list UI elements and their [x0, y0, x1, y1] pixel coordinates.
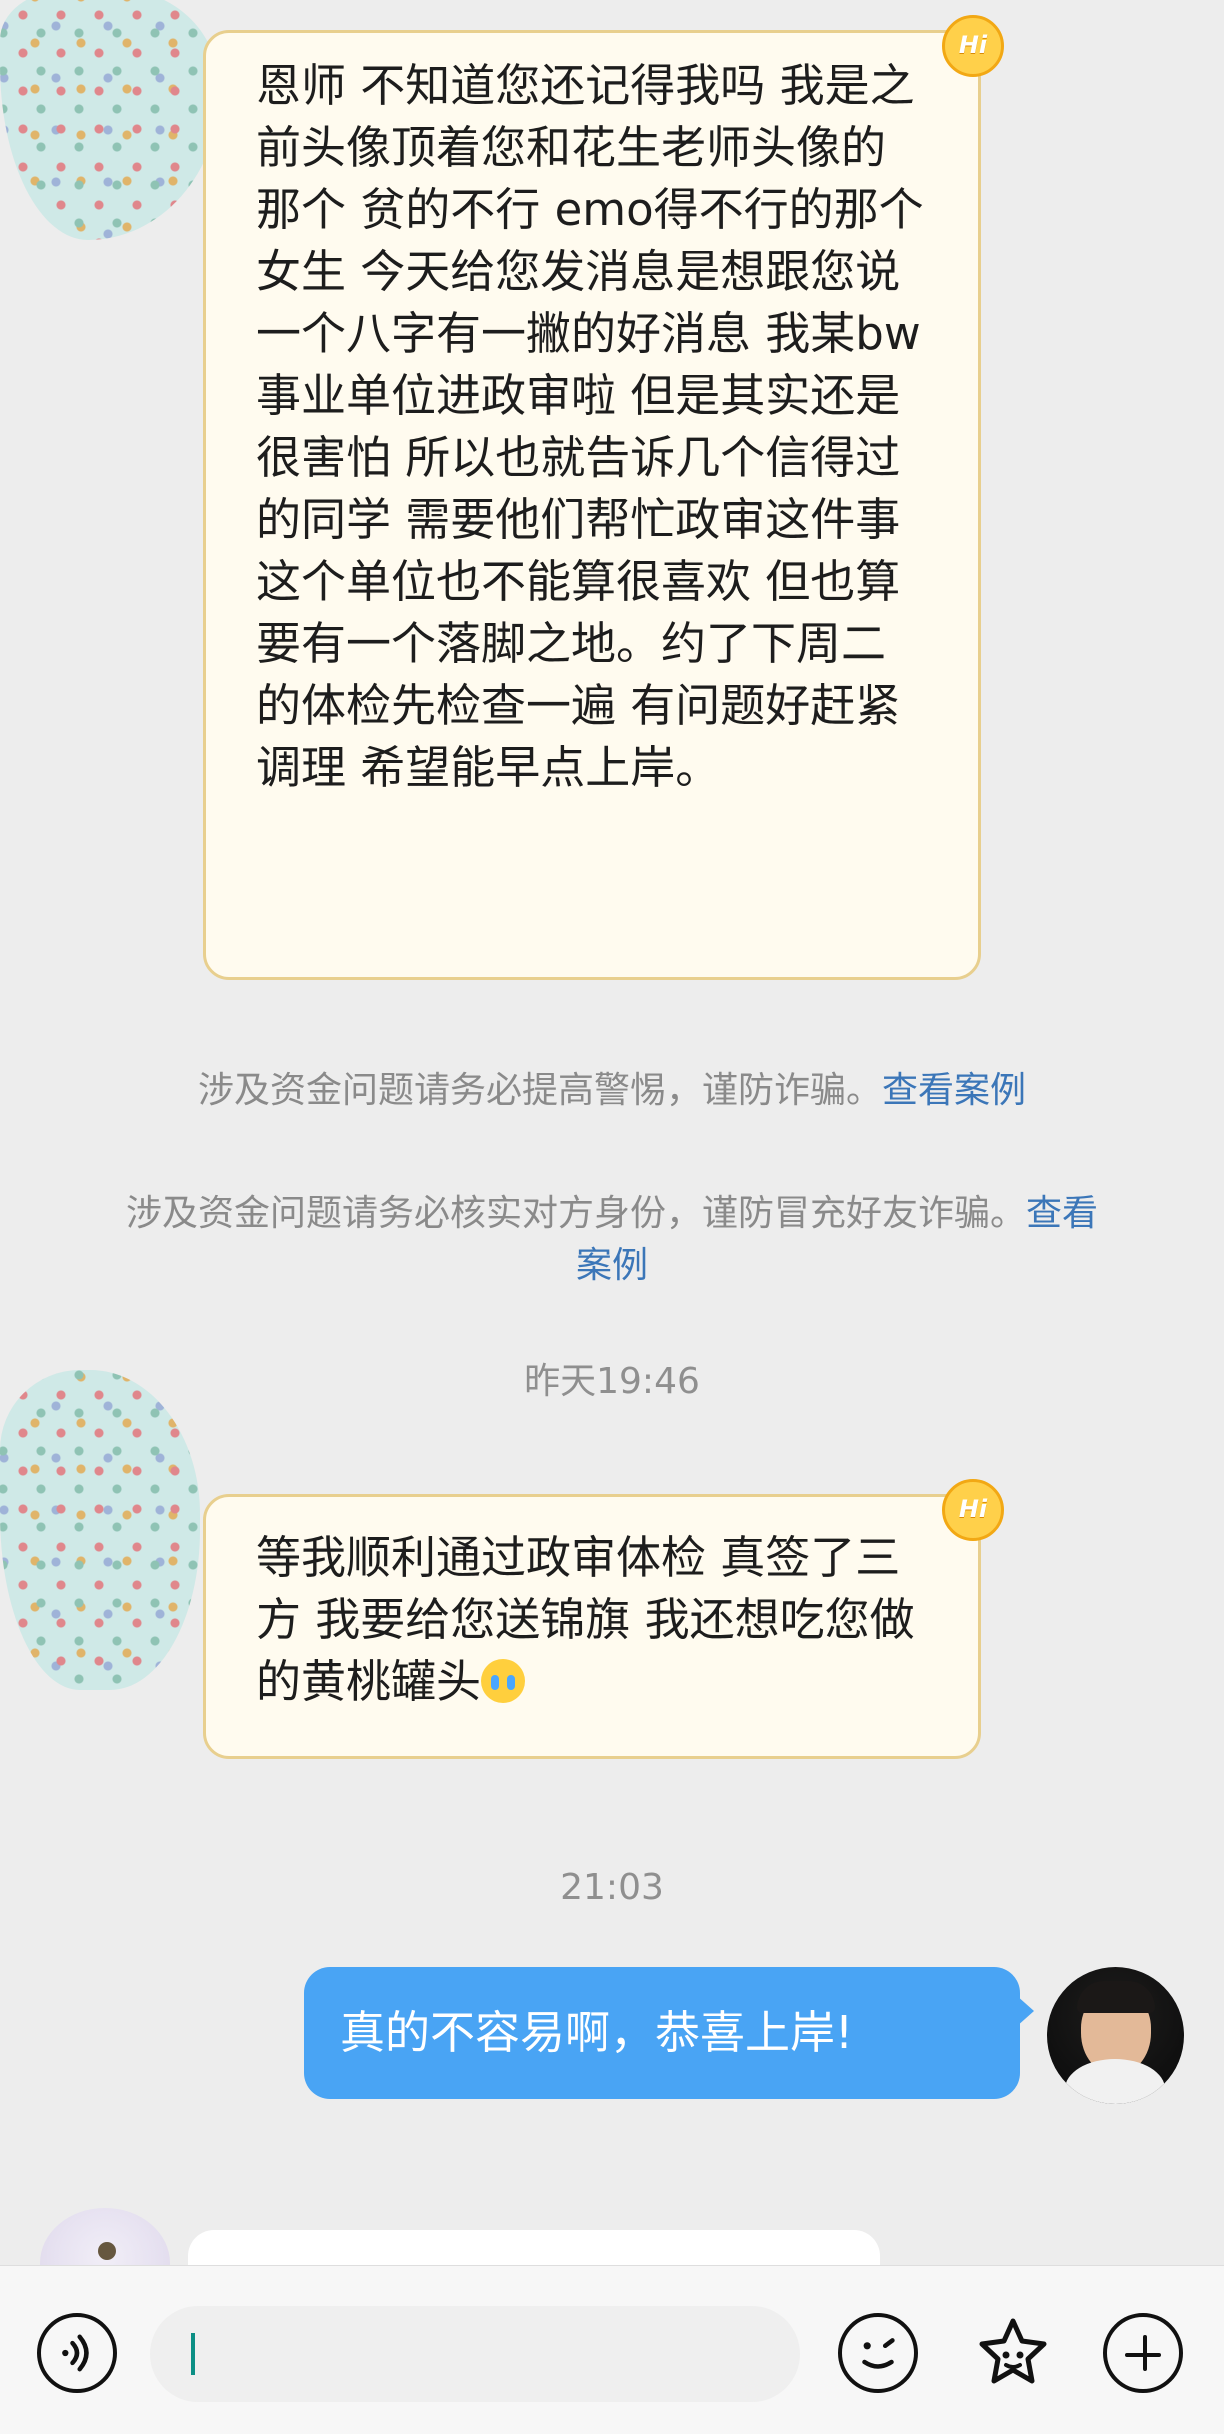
avatar-hair [1077, 1981, 1155, 2013]
more-button[interactable] [1103, 2313, 1183, 2393]
message-input-bar [0, 2265, 1224, 2434]
incoming-message-bubble[interactable]: 恩师 不知道您还记得我吗 我是之前头像顶着您和花生老师头像的 那个 贫的不行 e… [203, 15, 1004, 980]
plus-icon [1107, 2317, 1179, 2389]
chat-area: 恩师 不知道您还记得我吗 我是之前头像顶着您和花生老师头像的 那个 贫的不行 e… [0, 0, 1224, 2265]
timestamp: 昨天19:46 [524, 1361, 700, 1402]
incoming-message-text: 恩师 不知道您还记得我吗 我是之前头像顶着您和花生老师头像的 那个 贫的不行 e… [256, 59, 924, 794]
fraud-notice: 涉及资金问题请务必提高警惕，谨防诈骗。查看案例 [0, 1065, 1224, 1117]
crying-emoji-icon [481, 1659, 526, 1703]
emoji-button[interactable] [838, 2313, 918, 2393]
message-input[interactable] [150, 2306, 800, 2402]
outgoing-message-bubble[interactable]: 真的不容易啊，恭喜上岸! [304, 1967, 1034, 2099]
fraud-notice-text: 涉及资金问题请务必提高警惕，谨防诈骗。 [197, 1070, 882, 1111]
favorite-icon [979, 2318, 1047, 2384]
incoming-message-bubble[interactable]: 等我顺利通过政审体检 真签了三方 我要给您送锦旗 我还想吃您做的黄桃罐头 Hi [203, 1479, 1004, 1759]
timestamp: 21:03 [560, 1867, 664, 1908]
contact-avatar[interactable] [0, 0, 220, 240]
self-avatar[interactable] [1047, 1967, 1184, 2104]
identity-notice: 涉及资金问题请务必核实对方身份，谨防冒充好友诈骗。查看案例 [0, 1188, 1224, 1292]
contact-avatar[interactable] [0, 1370, 200, 1690]
identity-notice-text: 涉及资金问题请务必核实对方身份，谨防冒充好友诈骗。 [125, 1193, 1026, 1234]
incoming-message-text: 等我顺利通过政审体检 真签了三方 我要给您送锦旗 我还想吃您做的黄桃罐头 [256, 1531, 915, 1708]
voice-icon [62, 2334, 89, 2372]
favorite-button[interactable] [973, 2313, 1053, 2393]
hi-badge-icon: Hi [942, 15, 1004, 77]
view-cases-link[interactable]: 查看案例 [882, 1070, 1026, 1111]
text-cursor [191, 2333, 195, 2375]
incoming-message-bubble[interactable] [188, 2230, 880, 2265]
outgoing-message-text: 真的不容易啊，恭喜上岸! [340, 2006, 854, 2059]
emoji-icon [862, 2338, 895, 2369]
hi-badge-icon: Hi [942, 1479, 1004, 1541]
voice-button[interactable] [37, 2313, 117, 2393]
contact-avatar[interactable] [40, 2208, 170, 2265]
